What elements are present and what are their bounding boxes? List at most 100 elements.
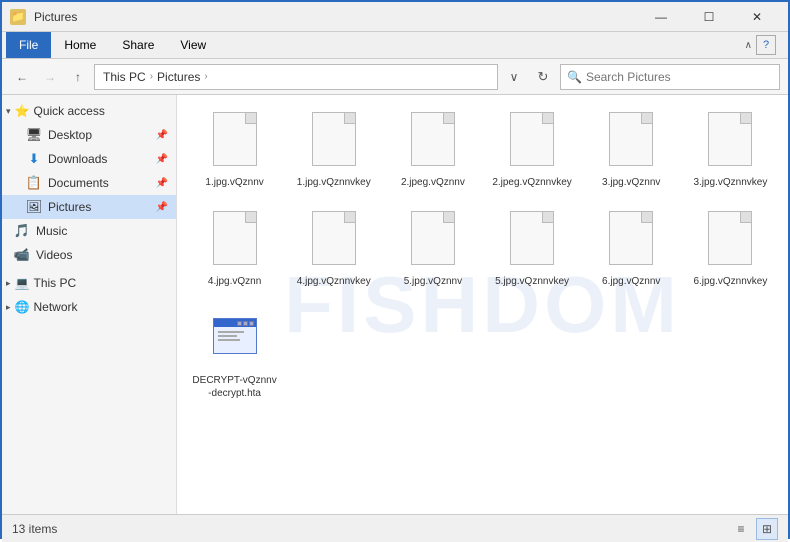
file-icon	[605, 112, 657, 172]
music-icon: 🎵	[14, 223, 30, 239]
file-item[interactable]: 2.jpeg.vQznnvkey	[484, 105, 579, 196]
file-item[interactable]: 6.jpg.vQznnv	[584, 204, 679, 295]
maximize-button[interactable]: ☐	[686, 2, 732, 32]
videos-icon: 📹	[14, 247, 30, 263]
address-dropdown[interactable]: ∨	[502, 65, 526, 89]
documents-icon: 📋	[26, 175, 42, 191]
ribbon: File Home Share View ∧ ?	[2, 32, 788, 59]
file-name: 1.jpg.vQznnvkey	[297, 176, 371, 189]
pictures-icon: 🖼	[26, 199, 42, 215]
sidebar-section-quick-access[interactable]: ▾ ⭐ Quick access	[2, 99, 176, 123]
tab-file[interactable]: File	[6, 32, 51, 58]
file-name: 5.jpg.vQznnv	[404, 275, 462, 288]
network-label: Network	[33, 300, 77, 314]
file-item[interactable]: 5.jpg.vQznnvkey	[484, 204, 579, 295]
file-name: 1.jpg.vQznnv	[205, 176, 263, 189]
title-bar-controls: — ☐ ✕	[638, 2, 780, 32]
file-item[interactable]: 6.jpg.vQznnvkey	[683, 204, 778, 295]
file-icon	[506, 112, 558, 172]
sidebar-label-desktop: Desktop	[48, 128, 92, 142]
path-separator-1: ›	[150, 71, 153, 82]
sidebar-item-videos[interactable]: 📹 Videos	[2, 243, 176, 267]
address-path[interactable]: This PC › Pictures ›	[94, 64, 498, 90]
file-icon	[308, 211, 360, 271]
file-name: 5.jpg.vQznnvkey	[495, 275, 569, 288]
window-title: Pictures	[34, 10, 77, 24]
path-item-pictures[interactable]: Pictures	[157, 70, 200, 84]
file-item[interactable]: 2.jpeg.vQznnv	[385, 105, 480, 196]
grid-view-button[interactable]: ⊞	[756, 518, 778, 540]
sidebar-label-downloads: Downloads	[48, 152, 107, 166]
help-button[interactable]: ?	[756, 35, 776, 55]
back-button[interactable]: ←	[10, 65, 34, 89]
sidebar-label-pictures: Pictures	[48, 200, 91, 214]
sidebar-label-videos: Videos	[36, 248, 72, 262]
title-bar: 📁 Pictures — ☐ ✕	[2, 2, 788, 32]
file-item[interactable]: 5.jpg.vQznnv	[385, 204, 480, 295]
pin-icon: 📌	[156, 178, 168, 189]
file-item[interactable]: 1.jpg.vQznnvkey	[286, 105, 381, 196]
pin-icon: 📌	[156, 154, 168, 165]
close-button[interactable]: ✕	[734, 2, 780, 32]
file-item[interactable]: 3.jpg.vQznnvkey	[683, 105, 778, 196]
file-name: DECRYPT-vQznnv-decrypt.hta	[192, 374, 277, 400]
file-item[interactable]: 4.jpg.vQznn	[187, 204, 282, 295]
file-item[interactable]: 3.jpg.vQznnv	[584, 105, 679, 196]
chevron-icon: ▾	[6, 106, 11, 117]
tab-home[interactable]: Home	[51, 32, 109, 58]
chevron-icon: ▸	[6, 278, 11, 289]
sidebar-item-pictures[interactable]: 🖼 Pictures 📌	[2, 195, 176, 219]
item-count: 13 items	[12, 522, 57, 536]
this-pc-label: This PC	[33, 276, 76, 290]
tab-view[interactable]: View	[167, 32, 219, 58]
file-icon	[704, 112, 756, 172]
this-pc-icon: 💻	[15, 276, 30, 290]
search-input[interactable]	[586, 70, 773, 84]
network-icon: 🌐	[15, 300, 30, 314]
ribbon-collapse[interactable]: ∧ ?	[737, 35, 784, 55]
file-item-hta[interactable]: DECRYPT-vQznnv-decrypt.hta	[187, 303, 282, 407]
ribbon-tabs: File Home Share View ∧ ?	[2, 32, 788, 58]
file-icon	[605, 211, 657, 271]
search-box[interactable]: 🔍	[560, 64, 780, 90]
app-icon: 📁	[10, 9, 26, 25]
view-controls: ≡ ⊞	[730, 518, 778, 540]
file-name: 2.jpeg.vQznnv	[401, 176, 465, 189]
sidebar-label-documents: Documents	[48, 176, 109, 190]
search-icon: 🔍	[567, 70, 582, 84]
path-item-this-pc[interactable]: This PC	[103, 70, 146, 84]
file-icon	[704, 211, 756, 271]
title-bar-title: Pictures	[34, 10, 638, 24]
quick-access-label: Quick access	[33, 104, 104, 118]
sidebar-item-desktop[interactable]: 🖥 Desktop 📌	[2, 123, 176, 147]
title-bar-icons: 📁	[10, 9, 26, 25]
desktop-icon: 🖥	[26, 127, 42, 143]
list-view-button[interactable]: ≡	[730, 518, 752, 540]
pin-icon: 📌	[156, 130, 168, 141]
file-name: 3.jpg.vQznnvkey	[693, 176, 767, 189]
file-icon	[407, 112, 459, 172]
file-icon	[209, 112, 261, 172]
forward-button[interactable]: →	[38, 65, 62, 89]
sidebar-item-music[interactable]: 🎵 Music	[2, 219, 176, 243]
path-separator-2: ›	[204, 71, 207, 82]
quick-access-icon: ⭐	[15, 104, 30, 118]
sidebar-item-documents[interactable]: 📋 Documents 📌	[2, 171, 176, 195]
chevron-icon: ▸	[6, 302, 11, 313]
file-grid: 1.jpg.vQznnv 1.jpg.vQznnvkey 2.jpeg.vQzn…	[187, 105, 778, 407]
file-icon	[308, 112, 360, 172]
file-item[interactable]: 1.jpg.vQznnv	[187, 105, 282, 196]
minimize-button[interactable]: —	[638, 2, 684, 32]
tab-share[interactable]: Share	[109, 32, 167, 58]
file-item[interactable]: 4.jpg.vQznnvkey	[286, 204, 381, 295]
sidebar-item-downloads[interactable]: ⬇ Downloads 📌	[2, 147, 176, 171]
file-area: FISHDOM 1.jpg.vQznnv 1.jpg.vQznnvkey 2.j…	[177, 95, 788, 514]
sidebar-section-this-pc[interactable]: ▸ 💻 This PC	[2, 271, 176, 295]
sidebar-label-music: Music	[36, 224, 67, 238]
file-icon	[209, 211, 261, 271]
sidebar-section-network[interactable]: ▸ 🌐 Network	[2, 295, 176, 319]
up-button[interactable]: ↑	[66, 65, 90, 89]
chevron-icon: ∧	[745, 40, 752, 51]
refresh-button[interactable]: ↻	[530, 64, 556, 90]
file-name: 3.jpg.vQznnv	[602, 176, 660, 189]
